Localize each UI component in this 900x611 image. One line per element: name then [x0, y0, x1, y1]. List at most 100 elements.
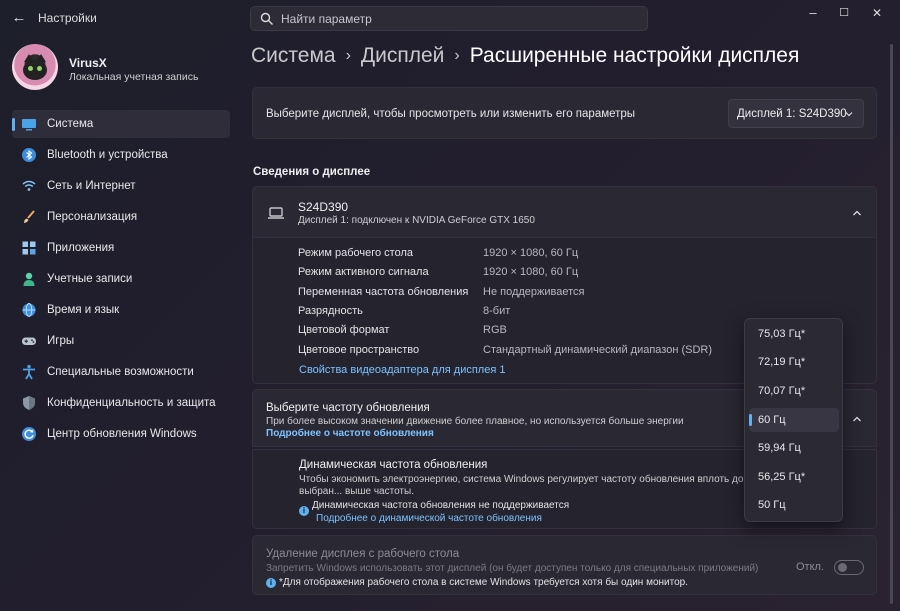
sidebar-item-system[interactable]: Система	[12, 110, 230, 138]
remove-display-description: Запретить Windows использовать этот дисп…	[266, 563, 759, 574]
display-info-heading: Сведения о дисплее	[253, 166, 371, 178]
breadcrumb-separator: ›	[454, 47, 460, 64]
chevron-up-icon[interactable]	[851, 207, 863, 219]
sidebar-item-network[interactable]: Сеть и Интернет	[12, 172, 230, 200]
refresh-option-label: 56,25 Гц*	[758, 471, 806, 483]
info-key: Режим активного сигнала	[298, 266, 429, 278]
sidebar-item-label: Персонализация	[47, 211, 138, 223]
dynamic-refresh-title: Динамическая частота обновления	[299, 459, 488, 471]
refresh-option[interactable]: 72,19 Гц*	[749, 350, 839, 374]
sidebar-item-time-language[interactable]: Время и язык	[12, 296, 230, 324]
title-bar: ← Настройки – ☐ ✕	[0, 0, 900, 36]
sidebar-item-label: Центр обновления Windows	[47, 428, 197, 440]
wifi-icon	[22, 180, 36, 191]
info-icon: i	[299, 506, 309, 516]
bluetooth-icon	[22, 148, 36, 162]
chevron-up-icon[interactable]	[851, 413, 863, 425]
page-title: Расширенные настройки дисплея	[469, 44, 800, 67]
remove-display-toggle[interactable]	[834, 560, 864, 575]
remove-display-card: Удаление дисплея с рабочего стола Запрет…	[252, 535, 877, 595]
refresh-option[interactable]: 75,03 Гц*	[749, 322, 839, 346]
monitor-subtitle: Дисплей 1: подключен к NVIDIA GeForce GT…	[298, 215, 535, 226]
sidebar-nav: Система Bluetooth и устройства Сеть и Ин…	[12, 110, 230, 451]
scrollbar[interactable]	[890, 44, 893, 604]
info-key: Разрядность	[298, 305, 363, 317]
refresh-option[interactable]: 70,07 Гц*	[749, 379, 839, 403]
back-button[interactable]: ←	[8, 8, 30, 28]
choose-display-label: Выберите дисплей, чтобы просмотреть или …	[266, 108, 636, 120]
sidebar-item-accessibility[interactable]: Специальные возможности	[12, 358, 230, 386]
info-key: Режим рабочего стола	[298, 247, 414, 259]
choose-display-card: Выберите дисплей, чтобы просмотреть или …	[252, 87, 877, 139]
display-select-value: Дисплей 1: S24D390	[737, 108, 847, 120]
toggle-label: Откл.	[795, 561, 824, 573]
refresh-rate-dropdown: 75,03 Гц* 72,19 Гц* 70,07 Гц* 60 Гц 59,9…	[744, 318, 843, 522]
sidebar-item-label: Конфиденциальность и защита	[47, 397, 216, 409]
app-title: Настройки	[38, 11, 97, 25]
adapter-properties-link[interactable]: Свойства видеоадаптера для дисплея 1	[299, 364, 505, 376]
breadcrumb-display[interactable]: Дисплей	[361, 44, 445, 67]
refresh-option-label: 70,07 Гц*	[758, 385, 806, 397]
sidebar-item-windows-update[interactable]: Центр обновления Windows	[12, 420, 230, 448]
maximize-button[interactable]: ☐	[829, 4, 859, 22]
system-icon	[22, 119, 36, 131]
sidebar-item-personalization[interactable]: Персонализация	[12, 203, 230, 231]
refresh-rate-link[interactable]: Подробнее о частоте обновления	[266, 428, 434, 439]
monitor-name: S24D390	[298, 200, 349, 214]
accessibility-icon	[23, 364, 35, 380]
refresh-option-selected[interactable]: 60 Гц	[749, 408, 839, 432]
sidebar-item-label: Сеть и Интернет	[47, 180, 136, 192]
user-name: VirusX	[69, 56, 107, 70]
laptop-icon	[268, 207, 284, 219]
refresh-option[interactable]: 56,25 Гц*	[749, 465, 839, 489]
refresh-option-label: 60 Гц	[758, 414, 786, 426]
dynamic-refresh-note: Динамическая частота обновления не подде…	[312, 500, 570, 511]
remove-display-note: *Для отображения рабочего стола в систем…	[279, 577, 688, 588]
user-profile[interactable]: VirusX Локальная учетная запись	[12, 44, 232, 90]
breadcrumb: Система › Дисплей › Расширенные настройки ди…	[251, 44, 799, 68]
info-value: RGB	[483, 324, 507, 336]
refresh-option[interactable]: 50 Гц	[749, 493, 839, 517]
account-icon	[23, 272, 35, 286]
sidebar-item-label: Игры	[47, 335, 75, 347]
monitor-header[interactable]: S24D390 Дисплей 1: подключен к NVIDIA Ge…	[252, 186, 877, 238]
sidebar-item-label: Специальные возможности	[47, 366, 194, 378]
info-key: Цветовой формат	[298, 324, 390, 336]
update-icon	[22, 427, 36, 441]
info-value: 1920 × 1080, 60 Гц	[483, 247, 579, 259]
breadcrumb-separator: ›	[345, 47, 351, 64]
sidebar-item-label: Время и язык	[47, 304, 120, 316]
refresh-rate-title: Выберите частоту обновления	[266, 402, 430, 414]
globe-icon	[22, 303, 36, 317]
account-type: Локальная учетная запись	[69, 71, 199, 83]
dynamic-refresh-description: Чтобы экономить электроэнергию, система …	[299, 474, 744, 497]
refresh-option-label: 72,19 Гц*	[758, 356, 806, 368]
apps-icon	[22, 241, 36, 255]
display-select[interactable]: Дисплей 1: S24D390	[728, 99, 864, 128]
chevron-down-icon	[845, 112, 853, 117]
dynamic-refresh-link[interactable]: Подробнее о динамической частоте обновле…	[316, 513, 542, 524]
refresh-option[interactable]: 59,94 Гц	[749, 436, 839, 460]
breadcrumb-system[interactable]: Система	[251, 44, 336, 67]
sidebar-item-label: Bluetooth и устройства	[47, 149, 168, 161]
sidebar-item-accounts[interactable]: Учетные записи	[12, 265, 230, 293]
info-icon: i	[266, 578, 276, 588]
sidebar-item-bluetooth[interactable]: Bluetooth и устройства	[12, 141, 230, 169]
close-button[interactable]: ✕	[862, 4, 892, 22]
brush-icon	[24, 210, 35, 223]
search-icon	[260, 12, 273, 25]
search-box[interactable]	[250, 6, 648, 31]
sidebar-item-gaming[interactable]: Игры	[12, 327, 230, 355]
sidebar-item-apps[interactable]: Приложения	[12, 234, 230, 262]
info-value: 8-бит	[483, 305, 511, 317]
sidebar-item-label: Система	[47, 118, 94, 130]
remove-display-title: Удаление дисплея с рабочего стола	[266, 548, 460, 560]
info-key: Переменная частота обновления	[298, 286, 469, 298]
search-input[interactable]	[281, 10, 631, 28]
refresh-option-label: 50 Гц	[758, 499, 786, 511]
minimize-button[interactable]: –	[798, 4, 828, 22]
refresh-option-label: 75,03 Гц*	[758, 328, 806, 340]
sidebar-item-privacy[interactable]: Конфиденциальность и защита	[12, 389, 230, 417]
avatar	[12, 44, 58, 90]
info-value: Стандартный динамический диапазон (SDR)	[483, 344, 713, 356]
